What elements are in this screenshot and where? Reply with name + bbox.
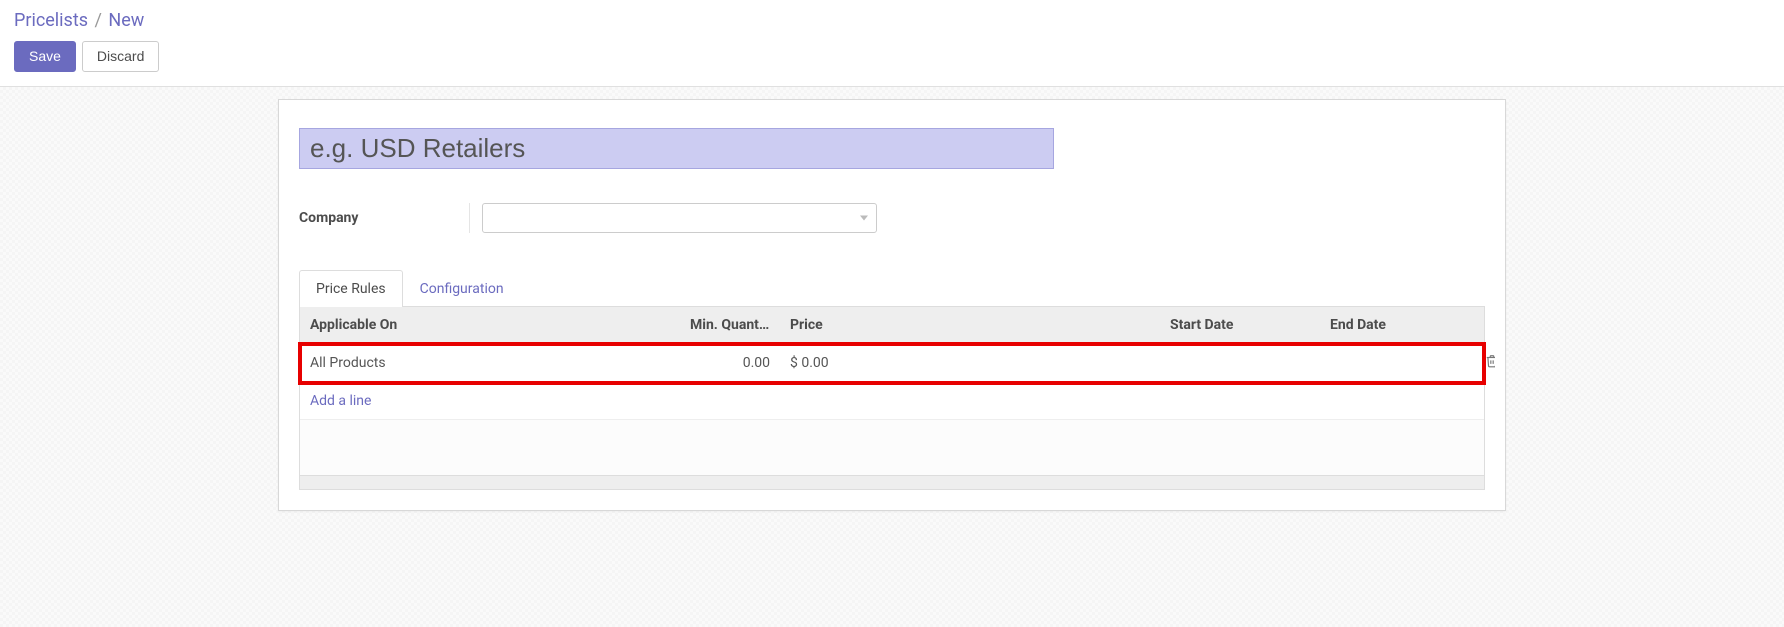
col-min-quantity: Min. Quanti…	[680, 307, 780, 343]
col-applicable-on: Applicable On	[300, 307, 680, 343]
tabs: Price Rules Configuration	[299, 269, 1485, 307]
tab-configuration[interactable]: Configuration	[403, 270, 521, 307]
tab-price-rules[interactable]: Price Rules	[299, 270, 403, 307]
company-field: Company	[299, 203, 1485, 233]
horizontal-scrollbar[interactable]	[299, 476, 1485, 490]
save-button[interactable]: Save	[14, 41, 76, 72]
col-actions	[1475, 307, 1495, 343]
action-buttons: Save Discard	[14, 41, 1770, 72]
breadcrumb: Pricelists / New	[14, 10, 1770, 31]
discard-button[interactable]: Discard	[82, 41, 159, 72]
form-sheet: Company Price Rules Configuration Applic…	[278, 99, 1506, 511]
col-end-date: End Date	[1320, 307, 1475, 343]
content-area: Company Price Rules Configuration Applic…	[0, 87, 1784, 627]
cell-min-quantity: 0.00	[680, 345, 780, 381]
page-header: Pricelists / New Save Discard	[0, 0, 1784, 87]
price-rules-panel: Applicable On Min. Quanti… Price Start D…	[299, 307, 1485, 490]
cell-start-date	[1160, 353, 1320, 373]
col-start-date: Start Date	[1160, 307, 1320, 343]
breadcrumb-separator: /	[95, 10, 102, 31]
cell-price: $ 0.00	[780, 345, 1160, 381]
add-line-link[interactable]: Add a line	[310, 393, 371, 409]
company-select[interactable]	[482, 203, 877, 233]
company-label: Company	[299, 210, 469, 226]
table-header: Applicable On Min. Quanti… Price Start D…	[299, 307, 1485, 344]
cell-applicable-on: All Products	[300, 345, 680, 381]
company-control	[482, 203, 877, 233]
breadcrumb-parent[interactable]: Pricelists	[14, 10, 88, 31]
pricelist-name-input[interactable]	[299, 128, 1054, 169]
trash-icon[interactable]	[1485, 354, 1495, 372]
field-divider	[469, 203, 470, 233]
table-body: All Products 0.00 $ 0.00	[299, 344, 1485, 420]
table-row[interactable]: All Products 0.00 $ 0.00	[300, 344, 1484, 383]
cell-actions	[1475, 344, 1495, 382]
add-line-row: Add a line	[300, 383, 1484, 420]
cell-end-date	[1320, 353, 1475, 373]
chevron-down-icon	[860, 215, 868, 220]
col-price: Price	[780, 307, 1160, 343]
table-footer	[299, 420, 1485, 476]
breadcrumb-current: New	[108, 10, 144, 31]
